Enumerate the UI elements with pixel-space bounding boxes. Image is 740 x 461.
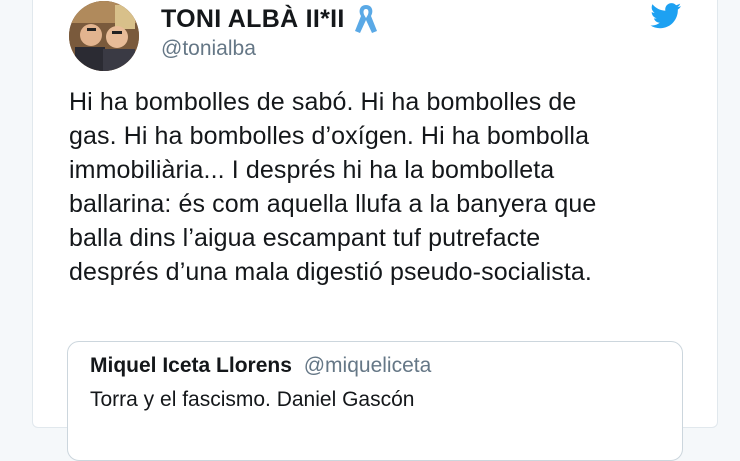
tweet-text-line: Hi ha bombolles de sabó. Hi ha bombolles… — [69, 88, 577, 116]
twitter-bird-icon[interactable] — [650, 3, 682, 29]
quoted-display-name: Miquel Iceta Llorens — [90, 354, 292, 377]
blue-ribbon-icon — [354, 5, 377, 33]
user-handle[interactable]: @tonialba — [161, 37, 256, 61]
quoted-tweet[interactable]: Miquel Iceta Llorens @miqueliceta Torra … — [67, 341, 683, 461]
tweet-card: TONI ALBÀ II*II @tonialba Hi ha bombolle… — [32, 0, 718, 461]
avatar[interactable] — [69, 1, 139, 71]
quoted-text: Torra y el fascismo. Daniel Gascón — [90, 388, 415, 411]
tweet-text-line: després d’una mala digestió pseudo-socia… — [69, 258, 592, 286]
quoted-author: Miquel Iceta Llorens @miqueliceta — [90, 354, 431, 378]
avatar-photo — [69, 1, 139, 71]
tweet-text-line: balla dins l’aigua escampant tuf putrefa… — [69, 224, 541, 252]
tweet-text-line: ballarina: és com aquella llufa a la ban… — [69, 190, 597, 218]
tweet-text-line: immobiliària... I després hi ha la bombo… — [69, 156, 555, 184]
display-name-text: TONI ALBÀ II*II — [161, 4, 345, 33]
display-name[interactable]: TONI ALBÀ II*II — [161, 3, 379, 35]
quoted-handle: @miqueliceta — [303, 354, 432, 377]
tweet-text: Hi ha bombolles de sabó. Hi ha bombolles… — [69, 85, 689, 289]
tweet-text-line: gas. Hi ha bombolles d’oxígen. Hi ha bom… — [69, 122, 590, 150]
